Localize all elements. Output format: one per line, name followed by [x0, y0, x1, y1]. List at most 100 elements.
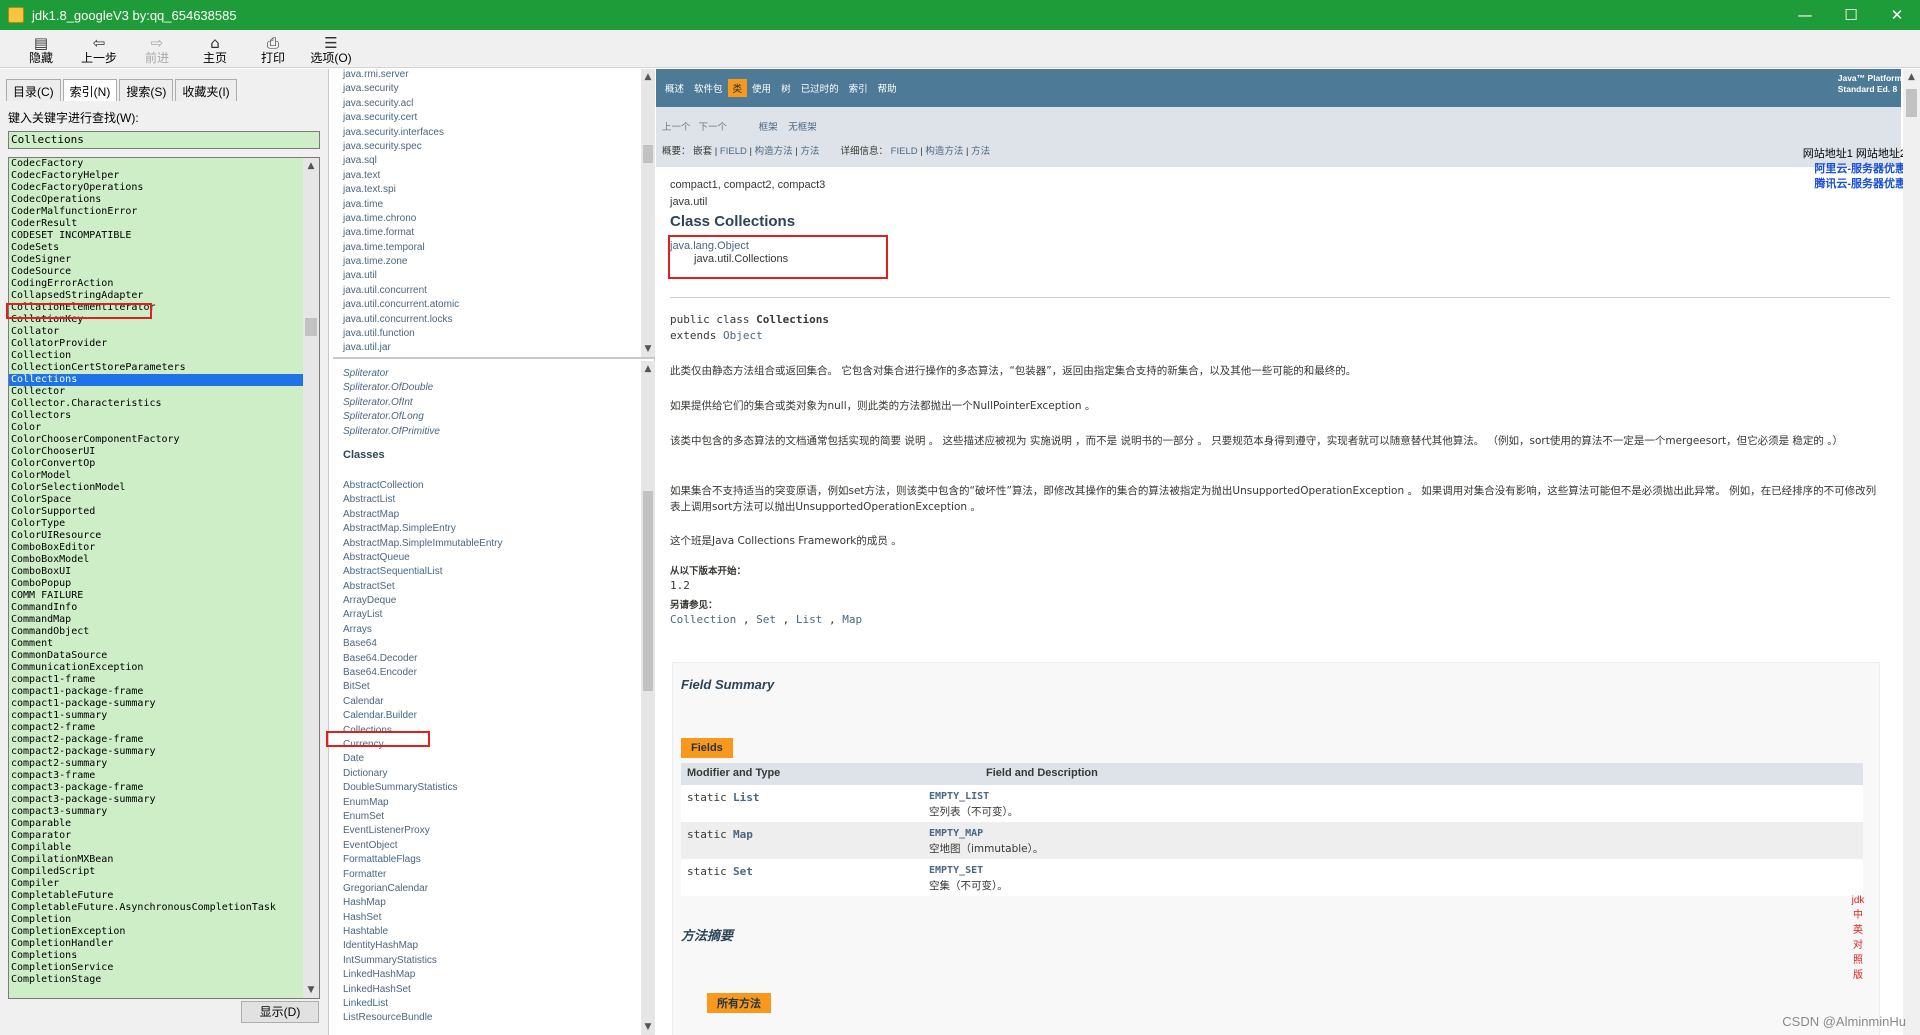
see-map-link[interactable]: Map — [842, 613, 862, 626]
index-item[interactable]: ColorConvertOp — [9, 458, 305, 470]
next-class-link[interactable]: 下一个 — [698, 122, 727, 133]
interface-link[interactable]: Spliterator.OfInt — [343, 396, 633, 410]
package-link[interactable]: java.time.temporal — [343, 241, 633, 255]
package-link[interactable]: java.security.cert — [343, 111, 633, 125]
index-item[interactable]: Completion — [9, 914, 305, 926]
scroll-down-icon[interactable]: ▼ — [303, 982, 319, 998]
index-item[interactable]: ColorSupported — [9, 506, 305, 518]
scroll-up-icon[interactable]: ▲ — [1903, 69, 1920, 85]
maximize-button[interactable]: ☐ — [1828, 0, 1874, 30]
nav-link-5[interactable]: 已过时的 — [796, 79, 844, 97]
scroll-thumb[interactable] — [1906, 89, 1917, 117]
nav-link-1[interactable]: 软件包 — [689, 79, 728, 97]
see-set-link[interactable]: Set — [756, 613, 776, 626]
field-name-link[interactable]: EMPTY_MAP — [929, 828, 983, 839]
index-item[interactable]: Color — [9, 422, 305, 434]
index-item[interactable]: ComboPopup — [9, 578, 305, 590]
index-item[interactable]: CoderMalfunctionError — [9, 206, 305, 218]
nav-link-6[interactable]: 索引 — [844, 79, 873, 97]
class-link[interactable]: ArrayList — [343, 608, 633, 622]
index-item[interactable]: ColorModel — [9, 470, 305, 482]
index-item[interactable]: ComboBoxEditor — [9, 542, 305, 554]
package-link[interactable]: java.util.concurrent.atomic — [343, 298, 633, 312]
index-item[interactable]: CompletableFuture — [9, 890, 305, 902]
class-link[interactable]: EnumSet — [343, 810, 633, 824]
package-link[interactable]: java.security.spec — [343, 140, 633, 154]
class-link[interactable]: Hashtable — [343, 925, 633, 939]
scroll-thumb[interactable] — [643, 491, 653, 691]
class-link[interactable]: HashMap — [343, 896, 633, 910]
class-link[interactable]: IntSummaryStatistics — [343, 954, 633, 968]
package-link[interactable]: java.security — [343, 82, 633, 96]
index-item[interactable]: Compilable — [9, 842, 305, 854]
package-link[interactable]: java.util.function — [343, 327, 633, 341]
detail-constructor-link[interactable]: 构造方法 — [925, 146, 963, 157]
nav-link-2[interactable]: 类 — [727, 79, 748, 97]
index-item[interactable]: ColorChooserComponentFactory — [9, 434, 305, 446]
index-item[interactable]: compact2-package-frame — [9, 734, 305, 746]
class-link[interactable]: Base64.Encoder — [343, 666, 633, 680]
index-item[interactable]: Completions — [9, 950, 305, 962]
class-link[interactable]: ListResourceBundle — [343, 1011, 633, 1025]
tencent-link[interactable]: 腾讯云-服务器优惠 — [1803, 177, 1906, 192]
field-type-link[interactable]: Set — [733, 865, 753, 878]
nav-link-3[interactable]: 使用 — [747, 79, 776, 97]
index-item[interactable]: ComboBoxUI — [9, 566, 305, 578]
toolbar-button-5[interactable]: ☰ 选项(O) — [302, 31, 360, 67]
doc-scrollbar[interactable]: ▲ — [1903, 69, 1920, 1035]
prev-class-link[interactable]: 上一个 — [662, 122, 691, 133]
class-link[interactable]: Formatter — [343, 868, 633, 882]
index-item[interactable]: CompilationMXBean — [9, 854, 305, 866]
tab-0[interactable]: 目录(C) — [6, 79, 61, 101]
summary-method-link[interactable]: 方法 — [800, 146, 819, 157]
index-item[interactable]: CodeSigner — [9, 254, 305, 266]
interface-link[interactable]: Spliterator — [343, 367, 633, 381]
index-item[interactable]: CommandMap — [9, 614, 305, 626]
interface-link[interactable]: Spliterator.OfLong — [343, 410, 633, 424]
index-item[interactable]: compact3-summary — [9, 806, 305, 818]
class-link[interactable]: IdentityHashMap — [343, 939, 633, 953]
class-scrollbar[interactable]: ▲ ▼ — [641, 361, 655, 1035]
display-button[interactable]: 显示(D) — [241, 1001, 319, 1023]
index-item[interactable]: Collector — [9, 386, 305, 398]
tab-2[interactable]: 搜索(S) — [119, 79, 174, 101]
scroll-down-icon[interactable]: ▼ — [641, 341, 655, 357]
index-item[interactable]: compact1-package-frame — [9, 686, 305, 698]
index-item[interactable]: Compiler — [9, 878, 305, 890]
class-link[interactable]: ArrayDeque — [343, 594, 633, 608]
class-link[interactable]: EventListenerProxy — [343, 824, 633, 838]
see-list-link[interactable]: List — [796, 613, 823, 626]
index-item[interactable]: CodeSets — [9, 242, 305, 254]
index-item[interactable]: compact1-frame — [9, 674, 305, 686]
index-item[interactable]: CommandInfo — [9, 602, 305, 614]
index-item[interactable]: CompiledScript — [9, 866, 305, 878]
index-item[interactable]: CompletionService — [9, 962, 305, 974]
class-link[interactable]: Calendar — [343, 695, 633, 709]
index-item[interactable]: CollatorProvider — [9, 338, 305, 350]
extends-object-link[interactable]: Object — [723, 329, 763, 342]
index-item[interactable]: CollationKey — [9, 314, 305, 326]
class-link[interactable]: FormattableFlags — [343, 853, 633, 867]
index-item[interactable]: Collection — [9, 350, 305, 362]
index-item[interactable]: CollapsedStringAdapter — [9, 290, 305, 302]
class-link[interactable]: AbstractList — [343, 493, 633, 507]
toolbar-button-4[interactable]: ⎙ 打印 — [244, 31, 302, 67]
class-link[interactable]: Date — [343, 752, 633, 766]
class-link[interactable]: AbstractMap.SimpleImmutableEntry — [343, 537, 633, 551]
inherit-parent-link[interactable]: java.lang.Object — [670, 240, 749, 252]
see-collection-link[interactable]: Collection — [670, 613, 736, 626]
field-type-link[interactable]: List — [733, 791, 760, 804]
class-link[interactable]: Collections — [343, 724, 633, 738]
field-type-link[interactable]: Map — [733, 828, 753, 841]
class-link[interactable]: DoubleSummaryStatistics — [343, 781, 633, 795]
package-link[interactable]: java.time — [343, 198, 633, 212]
index-item[interactable]: compact3-package-frame — [9, 782, 305, 794]
class-link[interactable]: Currency — [343, 738, 633, 752]
index-item[interactable]: compact2-package-summary — [9, 746, 305, 758]
index-scrollbar[interactable]: ▲ ▼ — [303, 158, 319, 998]
toolbar-button-0[interactable]: ▤ 隐藏 — [12, 31, 70, 67]
class-link[interactable]: LinkedHashMap — [343, 968, 633, 982]
detail-field-link[interactable]: FIELD — [891, 146, 918, 157]
class-link[interactable]: Dictionary — [343, 767, 633, 781]
summary-constructor-link[interactable]: 构造方法 — [755, 146, 793, 157]
